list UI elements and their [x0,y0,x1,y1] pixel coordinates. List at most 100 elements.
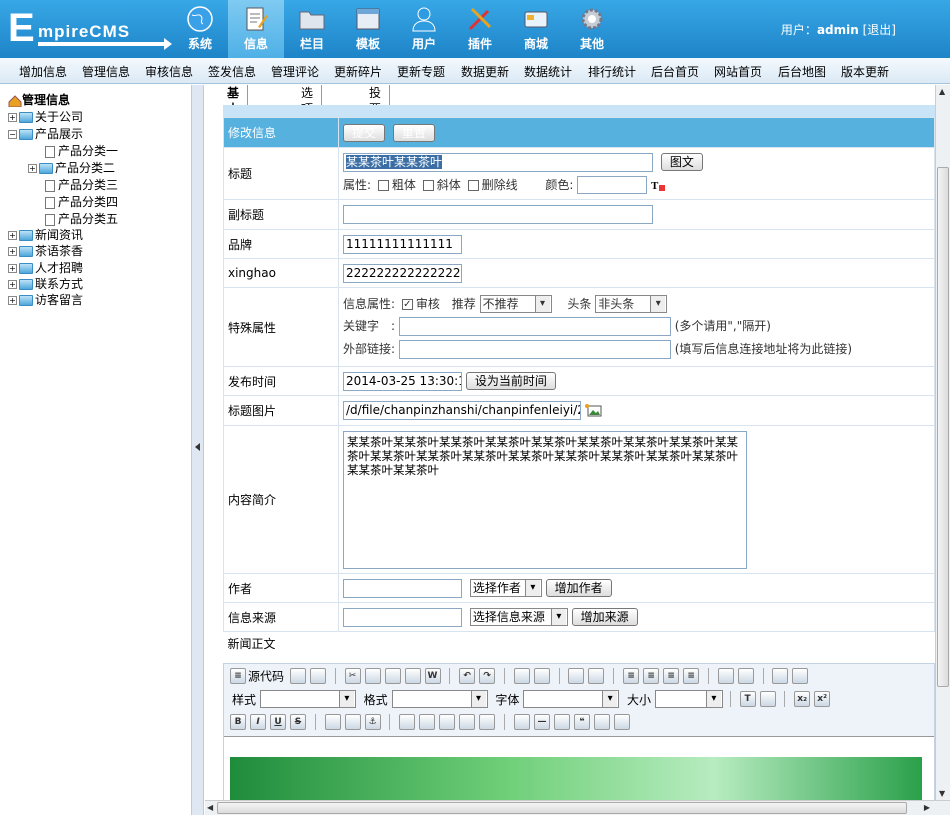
replace-icon[interactable] [533,668,550,684]
external-link-input[interactable] [398,340,671,360]
subnav-admin-home[interactable]: 后台首页 [651,63,699,80]
keyword-input[interactable] [398,317,671,337]
color-picker-icon[interactable]: T [651,178,667,192]
nav-column[interactable]: 栏目 [284,0,340,58]
image-icon[interactable] [399,714,416,730]
strike-checkbox[interactable] [467,179,479,191]
subscript-icon[interactable]: x₂ [794,691,811,707]
collapse-arrow-icon[interactable] [195,443,200,451]
paste-word-icon[interactable]: W [424,668,441,684]
tree-item-products[interactable]: − 产品展示 [8,126,83,142]
italic-icon[interactable]: I [250,714,266,730]
nav-template[interactable]: 模板 [340,0,396,58]
tree-item-cat4[interactable]: 产品分类四 [45,194,118,210]
tree-item-about[interactable]: + 关于公司 [8,109,83,125]
bg-color-icon[interactable] [759,691,776,707]
file-icon[interactable] [479,714,496,730]
recommend-select[interactable]: 不推荐 [479,295,552,314]
align-center-icon[interactable]: ≡ [643,668,660,684]
ordered-list-icon[interactable] [772,668,789,684]
link-icon[interactable] [324,714,341,730]
nav-shop[interactable]: 商城 [508,0,564,58]
source-code-button[interactable]: 源代码 [248,670,284,684]
find-icon[interactable] [513,668,530,684]
image-picker-icon[interactable] [584,403,603,418]
tree-item-jobs[interactable]: + 人才招聘 [8,260,83,276]
tree-item-tea[interactable]: + 茶语茶香 [8,243,83,259]
font-select[interactable] [523,690,620,708]
subnav-admin-map[interactable]: 后台地图 [778,63,826,80]
model-input[interactable]: 222222222222222 [343,263,462,283]
superscript-icon[interactable]: x² [814,691,831,707]
subnav-rank-stats[interactable]: 排行统计 [588,63,636,80]
page-break-icon[interactable] [593,714,610,730]
style-select[interactable] [259,690,356,708]
nav-info[interactable]: 信息 [228,0,284,58]
bold-icon[interactable]: B [230,714,246,730]
subnav-manage-comments[interactable]: 管理评论 [271,63,319,80]
cut-icon[interactable]: ✂ [344,668,361,684]
nav-system[interactable]: 系统 [172,0,228,58]
titlepic-input[interactable]: /d/file/chanpinzhanshi/chanpinfenleiyi/2… [343,401,581,420]
vertical-scrollbar[interactable]: ▲ ▼ [935,85,950,800]
author-select[interactable]: 选择作者 [469,579,542,597]
brand-input[interactable]: 11111111111111 [343,234,462,254]
tab-vote[interactable]: 投票设置 [361,85,391,148]
outdent-icon[interactable] [717,668,734,684]
summary-textarea[interactable]: 某某茶叶某某茶叶某某茶叶某某茶叶某某茶叶某某茶叶某某茶叶某某茶叶某某茶叶某某茶叶… [343,430,747,569]
tab-options[interactable]: 选项设置 [293,85,323,148]
copy-icon[interactable] [364,668,381,684]
tree-root[interactable]: 管理信息 [8,92,70,108]
tree-item-cat3[interactable]: 产品分类三 [45,177,118,193]
subnav-add-info[interactable]: 增加信息 [19,63,67,80]
source-code-icon[interactable]: ≡ [230,668,246,684]
tree-item-contact[interactable]: + 联系方式 [8,276,83,292]
subnav-audit-info[interactable]: 审核信息 [145,63,193,80]
special-char-icon[interactable] [553,714,570,730]
tree-item-news[interactable]: + 新闻资讯 [8,227,83,243]
pubtime-input[interactable]: 2014-03-25 13:30:14 [343,371,462,391]
source-select[interactable]: 选择信息来源 [469,608,568,626]
subnav-data-stats[interactable]: 数据统计 [524,63,572,80]
tree-item-cat1[interactable]: 产品分类一 [45,143,118,159]
submit-button[interactable]: 提交 [343,123,386,142]
indent-icon[interactable] [737,668,754,684]
redo-icon[interactable]: ↷ [479,668,496,684]
multi-image-icon[interactable] [419,714,436,730]
horizontal-scrollbar[interactable]: ◀ ▶ [205,800,950,815]
add-source-button[interactable]: 增加来源 [571,608,638,626]
add-author-button[interactable]: 增加作者 [545,579,612,597]
paste-icon[interactable] [384,668,401,684]
audit-checkbox[interactable]: ✓ [401,298,413,310]
source-input[interactable] [343,607,462,627]
editor-content-area[interactable] [224,736,934,800]
logout-link[interactable]: [退出] [863,23,896,37]
code-icon[interactable] [613,714,630,730]
nav-other[interactable]: 其他 [564,0,620,58]
size-select[interactable] [654,690,723,708]
unlink-icon[interactable] [344,714,361,730]
paste-text-icon[interactable] [404,668,421,684]
align-right-icon[interactable]: ≡ [663,668,680,684]
horizontal-rule-icon[interactable]: — [533,714,550,730]
panel-splitter[interactable] [192,85,204,815]
subnav-manage-info[interactable]: 管理信息 [82,63,130,80]
tab-basic[interactable]: 基本信息 [219,85,249,148]
select-all-icon[interactable] [568,668,585,684]
align-justify-icon[interactable]: ≡ [683,668,700,684]
unordered-list-icon[interactable] [792,668,809,684]
nav-plugin[interactable]: 插件 [452,0,508,58]
subnav-version-update[interactable]: 版本更新 [841,63,889,80]
media-icon[interactable] [459,714,476,730]
color-input[interactable] [577,176,648,195]
subnav-data-update[interactable]: 数据更新 [461,63,509,80]
anchor-icon[interactable]: ⚓ [364,714,381,730]
title-input[interactable]: 某某茶叶某某茶叶 [343,152,653,172]
bold-checkbox[interactable] [377,179,389,191]
subnav-sign-info[interactable]: 签发信息 [208,63,256,80]
flash-icon[interactable] [439,714,456,730]
format-select[interactable] [391,690,488,708]
subnav-site-home[interactable]: 网站首页 [714,63,762,80]
remove-format-icon[interactable] [588,668,605,684]
nav-user[interactable]: 用户 [396,0,452,58]
